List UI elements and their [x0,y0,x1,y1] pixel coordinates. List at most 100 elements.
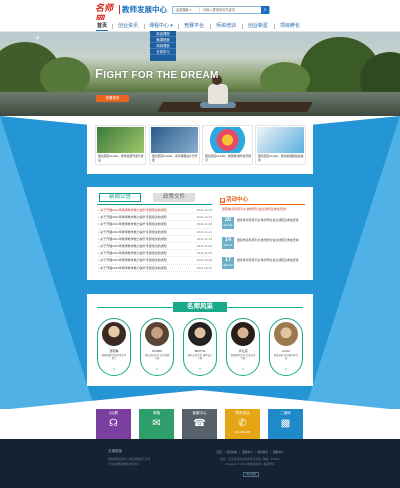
footer-sitemap-badge[interactable]: 网站地图 [243,472,259,477]
news-row[interactable]: •关于开展2021年教师教学能力提升专题培训的通知 2021-11-10 [98,236,212,243]
contact-email[interactable]: 邮箱 ✉ [139,409,174,439]
teacher-name: 卢礼源 [238,349,248,353]
activity-date: 14 2021-11 [222,237,234,249]
contact-qq[interactable]: QQ群 ☊ [96,409,131,439]
teacher-name: BRITTE [194,349,206,353]
activity-divider [220,204,305,205]
dropdown-item[interactable]: 在线学习 [150,49,176,55]
news-title: 关于开展2021年教师教学能力提升专题培训的通知 [100,251,167,256]
footer-nav-link[interactable]: 课程中心 [242,451,253,454]
footer-link[interactable]: 全国高校教师网络培训中心 [108,462,139,466]
teacher-avatar [231,322,255,346]
bullet-icon: • [98,222,100,227]
course-card[interactable]: 国创项目FLASH，教学资源开发与建设 [95,125,146,165]
banner-tree [40,57,90,97]
plane-icon: ✈ [35,36,41,42]
teacher-card[interactable]: 卢礼源 省级教学名师 信息技术专家 ▾ [226,318,260,376]
footer-nav-link[interactable]: 首页 [216,451,221,454]
news-row[interactable]: •关于开展2021年教师教学能力提升专题培训的通知 2021-11-21 [98,229,212,236]
news-panel: 新闻公告 政策文件 •关于开展2021年教师教学能力提升专题培训的通知 2021-… [87,187,313,280]
activity-month: 2021-11 [223,244,233,247]
nav-contest[interactable]: 竞赛平台 [182,22,206,31]
teacher-card[interactable]: ROBIN 知名创业导师 企业管理专家 ▾ [140,318,174,376]
nav-home[interactable]: 首页 [96,22,108,31]
search-input[interactable] [203,7,261,13]
nav-news[interactable]: 创业资讯 [116,22,140,31]
footer-link[interactable]: 国家教师发展中心 教育部教师工作司 [108,457,150,461]
course-thumbnail [204,127,251,153]
hero-banner: ✈ FIGHT FOR THE DREAM 查看更多 [0,32,400,116]
news-row[interactable]: •关于开展2021年教师教学能力提升专题培训的通知 2021-11-08 [98,243,212,251]
footer-address: 地址：某某省某某市某某区某某路 | 邮编：000000 [220,458,280,461]
tab-news[interactable]: 新闻公告 [99,193,141,202]
chevron-down-icon[interactable]: ▾ [282,367,290,372]
course-card[interactable]: 国创项目FLASH，系列课程设计与开发 [149,125,200,165]
teacher-avatar [102,322,126,346]
courses-dropdown-menu: 精品课程 微课视频 网络课堂 在线学习 [150,31,176,61]
site-title[interactable]: 教师发展中心 [122,5,167,14]
chevron-down-icon[interactable]: ▾ [153,367,161,372]
logo-mark[interactable]: 名师网 [95,4,117,25]
nav-incubation[interactable]: 项目孵化 [278,22,302,31]
nav-divider [274,24,275,29]
contact-phone-number: 400-1234-567 [234,431,251,434]
tab-policy[interactable]: 政策文件 [153,193,195,202]
footer-nav-link[interactable]: 帮助中心 [273,451,284,454]
search-scope-select[interactable]: 全站搜索 ▾ [174,7,200,13]
news-date: 2021-11-03 [196,251,212,256]
news-row[interactable]: •关于开展2021年教师教学能力提升专题培训的通知 2021-12-19 [98,214,212,222]
nav-divider [242,24,243,29]
nav-stars[interactable]: 创业新星 [246,22,270,31]
course-thumbnail [257,127,304,153]
activity-item[interactable]: 17 2021-10 国家重点科研平台 教学研讨会议通知及参会安排 [222,257,304,272]
contact-service[interactable]: 客服中心 ☎ [182,409,217,439]
activity-text: 国家重点科研平台 教学研讨会议通知及参会安排 [237,238,299,242]
news-row[interactable]: •关于开展2021年教师教学能力提升专题培训的通知 2021-11-28 [98,221,212,229]
contact-phone[interactable]: 联系电话 ✆ 400-1234-567 [225,409,260,439]
bullet-icon: • [98,243,100,248]
bullet-icon: • [98,251,100,256]
news-title: 关于开展2021年教师教学能力提升专题培训的通知 [100,215,167,220]
mail-icon: ✉ [152,418,161,429]
news-date: 2021-10-28 [196,258,212,263]
teacher-card[interactable]: BRITTE 国际交流学者 课程设计专家 ▾ [183,318,217,376]
teacher-heading: 名师风采 [173,302,227,312]
nav-divider [178,24,179,29]
chevron-down-icon[interactable]: ▾ [110,367,118,372]
news-row[interactable]: •关于开展2021年教师教学能力提升专题培训的通知 2021-10-15 [98,265,212,272]
activity-heading: ▦ 活动中心 [220,195,248,203]
footer-nav-link[interactable]: 新闻动态 [226,451,237,454]
news-row[interactable]: •关于开展2021年教师教学能力提升专题培训的通知 2021-10-28 [98,257,212,265]
activity-item[interactable]: 14 2021-11 国家重点科研平台 教学研讨会议通知及参会安排 [222,237,304,252]
activity-item[interactable]: 20 2021-11 国家重点科研平台 教学研讨会议通知及参会安排 [222,217,304,232]
teacher-avatar [145,322,169,346]
nav-courses[interactable]: 课程中心 ▾ [148,22,174,31]
news-title: 关于开展2021年教师教学能力提升专题培训的通知 [100,236,167,241]
banner-headline-rest: IGHT FOR THE DREAM [103,70,219,81]
nav-training[interactable]: 师资培训 [214,22,238,31]
teacher-card[interactable]: JULIA 客座讲师 外语教学研究者 ▾ [269,318,303,376]
activity-day: 20 [224,217,232,223]
news-row[interactable]: •关于开展2021年教师教学能力提升专题培训的通知 2021-11-03 [98,250,212,258]
course-card[interactable]: 国创项目FLASH，微课程 制作技巧研讨 [202,125,253,165]
news-row[interactable]: •关于开展2021年教师教学能力提升专题培训的通知 2021-12-19 [98,207,212,215]
bullet-icon: • [98,229,100,234]
news-date: 2021-11-21 [196,229,212,234]
chevron-down-icon[interactable]: ▾ [239,367,247,372]
course-panel: 国创项目FLASH，教学资源开发与建设 国创项目FLASH，系列课程设计与开发 … [87,120,313,174]
chevron-down-icon[interactable]: ▾ [196,367,204,372]
teacher-card[interactable]: 贾晓琳 国家级教学名师 教育学博士 ▾ [97,318,131,376]
activity-hot-link[interactable]: 国家重点科研平台 教学研讨会议通知及参会安排 [222,207,304,211]
course-thumbnail [151,127,198,153]
banner-more-button[interactable]: 查看更多 [96,95,129,102]
footer-nav-link[interactable]: 联系我们 [257,451,268,454]
contact-qrcode[interactable]: 二维码 ▩ [268,409,303,439]
search-button[interactable]: ⌕ [261,6,269,14]
contact-label: 联系电话 [235,411,250,415]
contact-label: 二维码 [280,411,291,415]
course-card[interactable]: 国创项目FLASH，移动端课程建设探索 [255,125,306,165]
activity-date: 17 2021-10 [222,257,234,269]
course-caption: 国创项目FLASH，移动端课程建设探索 [258,154,304,162]
contact-label: 邮箱 [153,411,160,415]
logo-divider [119,5,120,14]
